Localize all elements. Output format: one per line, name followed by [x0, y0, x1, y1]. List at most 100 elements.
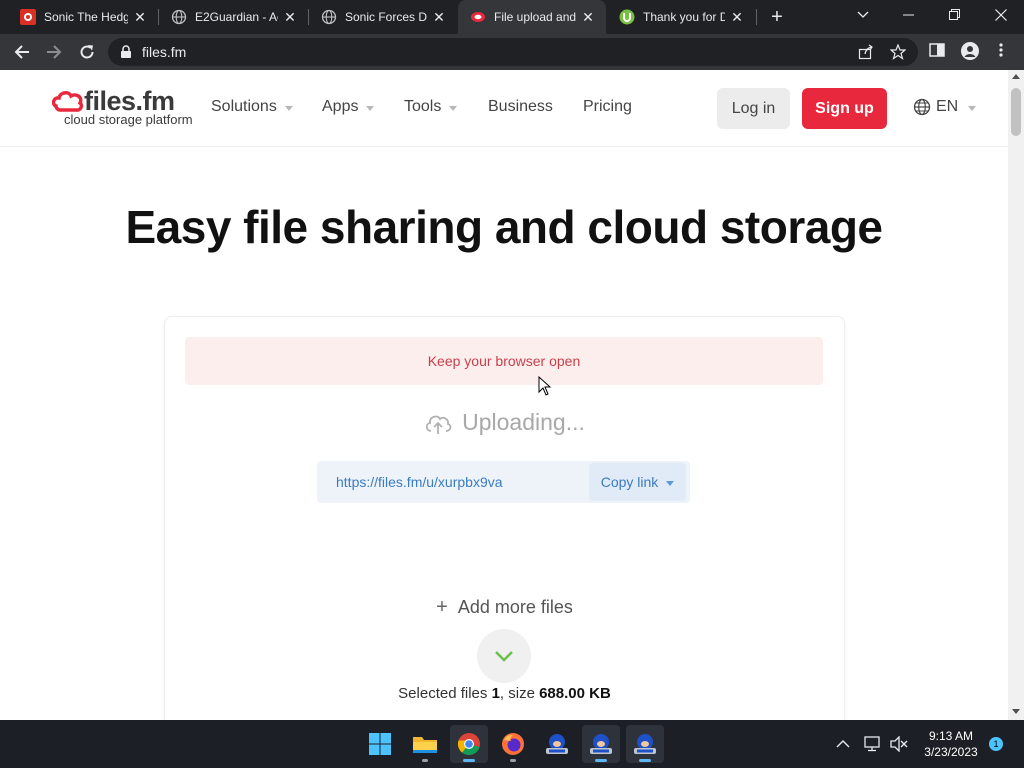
caret-down-icon [366, 105, 375, 111]
globe-icon [321, 9, 337, 25]
nav-solutions-label: Solutions [211, 98, 277, 115]
firefox-icon[interactable] [494, 725, 532, 763]
tab-title: E2Guardian - Access Denied [195, 10, 278, 24]
close-tab-icon[interactable]: ✕ [580, 9, 596, 26]
close-tab-icon[interactable]: ✕ [132, 9, 148, 26]
back-arrow-icon[interactable] [10, 40, 34, 64]
nav-apps[interactable]: Apps [322, 98, 375, 116]
show-hidden-icons-chevron-icon[interactable] [836, 720, 850, 768]
selected-files-summary: Selected files 1, size 688.00 KB [165, 685, 844, 702]
nav-pricing[interactable]: Pricing [583, 98, 632, 116]
clock-date: 3/23/2023 [924, 745, 978, 759]
sonic-game-icon[interactable] [538, 725, 576, 763]
nav-tools[interactable]: Tools [404, 98, 458, 116]
tab-sonic-the-hedgehog[interactable]: Sonic The Hedgehog ✕ [8, 0, 158, 34]
windows-taskbar: 9:13 AM 3/23/2023 [0, 720, 1024, 768]
plus-icon: + [436, 596, 448, 618]
upload-card: Keep your browser open Uploading... http… [164, 316, 845, 720]
nav-solutions[interactable]: Solutions [211, 98, 293, 116]
globe-icon [913, 98, 931, 116]
site-header: files.fm cloud storage platform Solution… [0, 70, 1008, 147]
selected-files-size: 688.00 KB [539, 685, 611, 702]
globe-icon [171, 9, 187, 25]
tab-title: Sonic Forces Download [345, 10, 427, 24]
new-tab-button[interactable]: + [766, 6, 788, 28]
filesfm-cloud-logo-icon [51, 91, 84, 112]
caret-down-icon [968, 105, 977, 111]
lock-icon[interactable] [120, 45, 132, 64]
running-indicator [510, 759, 516, 762]
scroll-up-arrow-icon[interactable] [1012, 74, 1020, 79]
upload-status-text: Uploading... [462, 409, 585, 435]
nav-apps-label: Apps [322, 98, 359, 115]
bookmark-star-icon[interactable] [889, 43, 907, 65]
notification-badge[interactable]: 1 [989, 737, 1003, 751]
browser-menu-icon[interactable] [998, 42, 1004, 63]
sonic-game-icon[interactable] [582, 725, 620, 763]
network-icon[interactable] [864, 720, 882, 768]
logo-tagline: cloud storage platform [64, 112, 193, 127]
minimize-icon[interactable] [886, 0, 932, 30]
tab-file-upload[interactable]: File upload and sharing ✕ [458, 0, 606, 34]
caret-down-icon [449, 105, 458, 111]
running-indicator [422, 759, 428, 762]
selected-files-count: 1 [491, 685, 500, 702]
restore-icon[interactable] [932, 0, 978, 30]
filesfm-logo[interactable]: files.fm cloud storage platform [51, 86, 193, 127]
close-tab-icon[interactable]: ✕ [431, 9, 447, 26]
sonic-game-icon[interactable] [626, 725, 664, 763]
chevron-down-icon [495, 651, 513, 662]
mouse-cursor-icon [538, 376, 552, 396]
running-indicator [595, 759, 607, 762]
tab-e2guardian[interactable]: E2Guardian - Access Denied ✕ [159, 0, 308, 34]
share-link-url[interactable]: https://files.fm/u/xurpbx9va [336, 474, 503, 490]
nav-business-label: Business [488, 98, 553, 115]
profile-icon[interactable] [961, 42, 979, 65]
expand-files-button[interactable] [477, 629, 531, 683]
add-more-files-button[interactable]: + Add more files [165, 596, 844, 619]
share-link-box: https://files.fm/u/xurpbx9va Copy link [317, 461, 690, 503]
volume-muted-icon[interactable] [890, 720, 908, 768]
side-panel-icon[interactable] [929, 42, 945, 63]
scrollbar-thumb[interactable] [1011, 88, 1021, 136]
close-tab-icon[interactable]: ✕ [729, 9, 745, 26]
tab-title: Thank you for Downloading [643, 10, 725, 24]
browser-tab-strip: Sonic The Hedgehog ✕ E2Guardian - Access… [0, 0, 1024, 34]
forward-arrow-icon[interactable] [42, 40, 66, 64]
close-window-icon[interactable] [978, 0, 1024, 30]
running-indicator [463, 759, 475, 762]
cloud-upload-icon [425, 415, 452, 434]
url-text[interactable]: files.fm [142, 44, 186, 60]
page-headline: Easy file sharing and cloud storage [125, 201, 883, 253]
windows-start-icon[interactable] [361, 725, 399, 763]
tab-search-chevron-icon[interactable] [840, 0, 886, 30]
selected-size-prefix: , size [499, 685, 540, 702]
reload-icon[interactable] [75, 40, 99, 64]
keep-browser-open-alert: Keep your browser open [185, 337, 823, 385]
browser-toolbar: files.fm [0, 34, 1024, 70]
signup-button[interactable]: Sign up [802, 88, 887, 129]
system-clock[interactable]: 9:13 AM 3/23/2023 [916, 728, 986, 760]
clock-time: 9:13 AM [928, 729, 974, 743]
copy-link-label: Copy link [600, 474, 659, 490]
tab-sonic-forces-download[interactable]: Sonic Forces Download ✕ [309, 0, 457, 34]
chrome-icon[interactable] [450, 725, 488, 763]
sonic-fan-favicon [20, 9, 36, 25]
copy-link-button[interactable]: Copy link [589, 463, 686, 501]
filesfm-favicon [470, 9, 486, 25]
tab-thank-you-downloading[interactable]: Thank you for Downloading ✕ [607, 0, 755, 34]
caret-down-icon [284, 105, 293, 111]
close-tab-icon[interactable]: ✕ [282, 9, 298, 26]
tab-separator [756, 9, 757, 25]
login-button[interactable]: Log in [717, 88, 790, 129]
scroll-down-arrow-icon[interactable] [1012, 709, 1020, 714]
page-scrollbar[interactable] [1008, 70, 1024, 720]
tab-title: File upload and sharing [494, 10, 576, 24]
nav-tools-label: Tools [404, 98, 442, 115]
share-icon[interactable] [858, 44, 874, 65]
language-selector[interactable]: EN [913, 98, 977, 116]
nav-business[interactable]: Business [488, 98, 553, 116]
upload-status: Uploading... [165, 409, 844, 436]
file-explorer-icon[interactable] [406, 725, 444, 763]
address-bar[interactable]: files.fm [108, 38, 918, 66]
